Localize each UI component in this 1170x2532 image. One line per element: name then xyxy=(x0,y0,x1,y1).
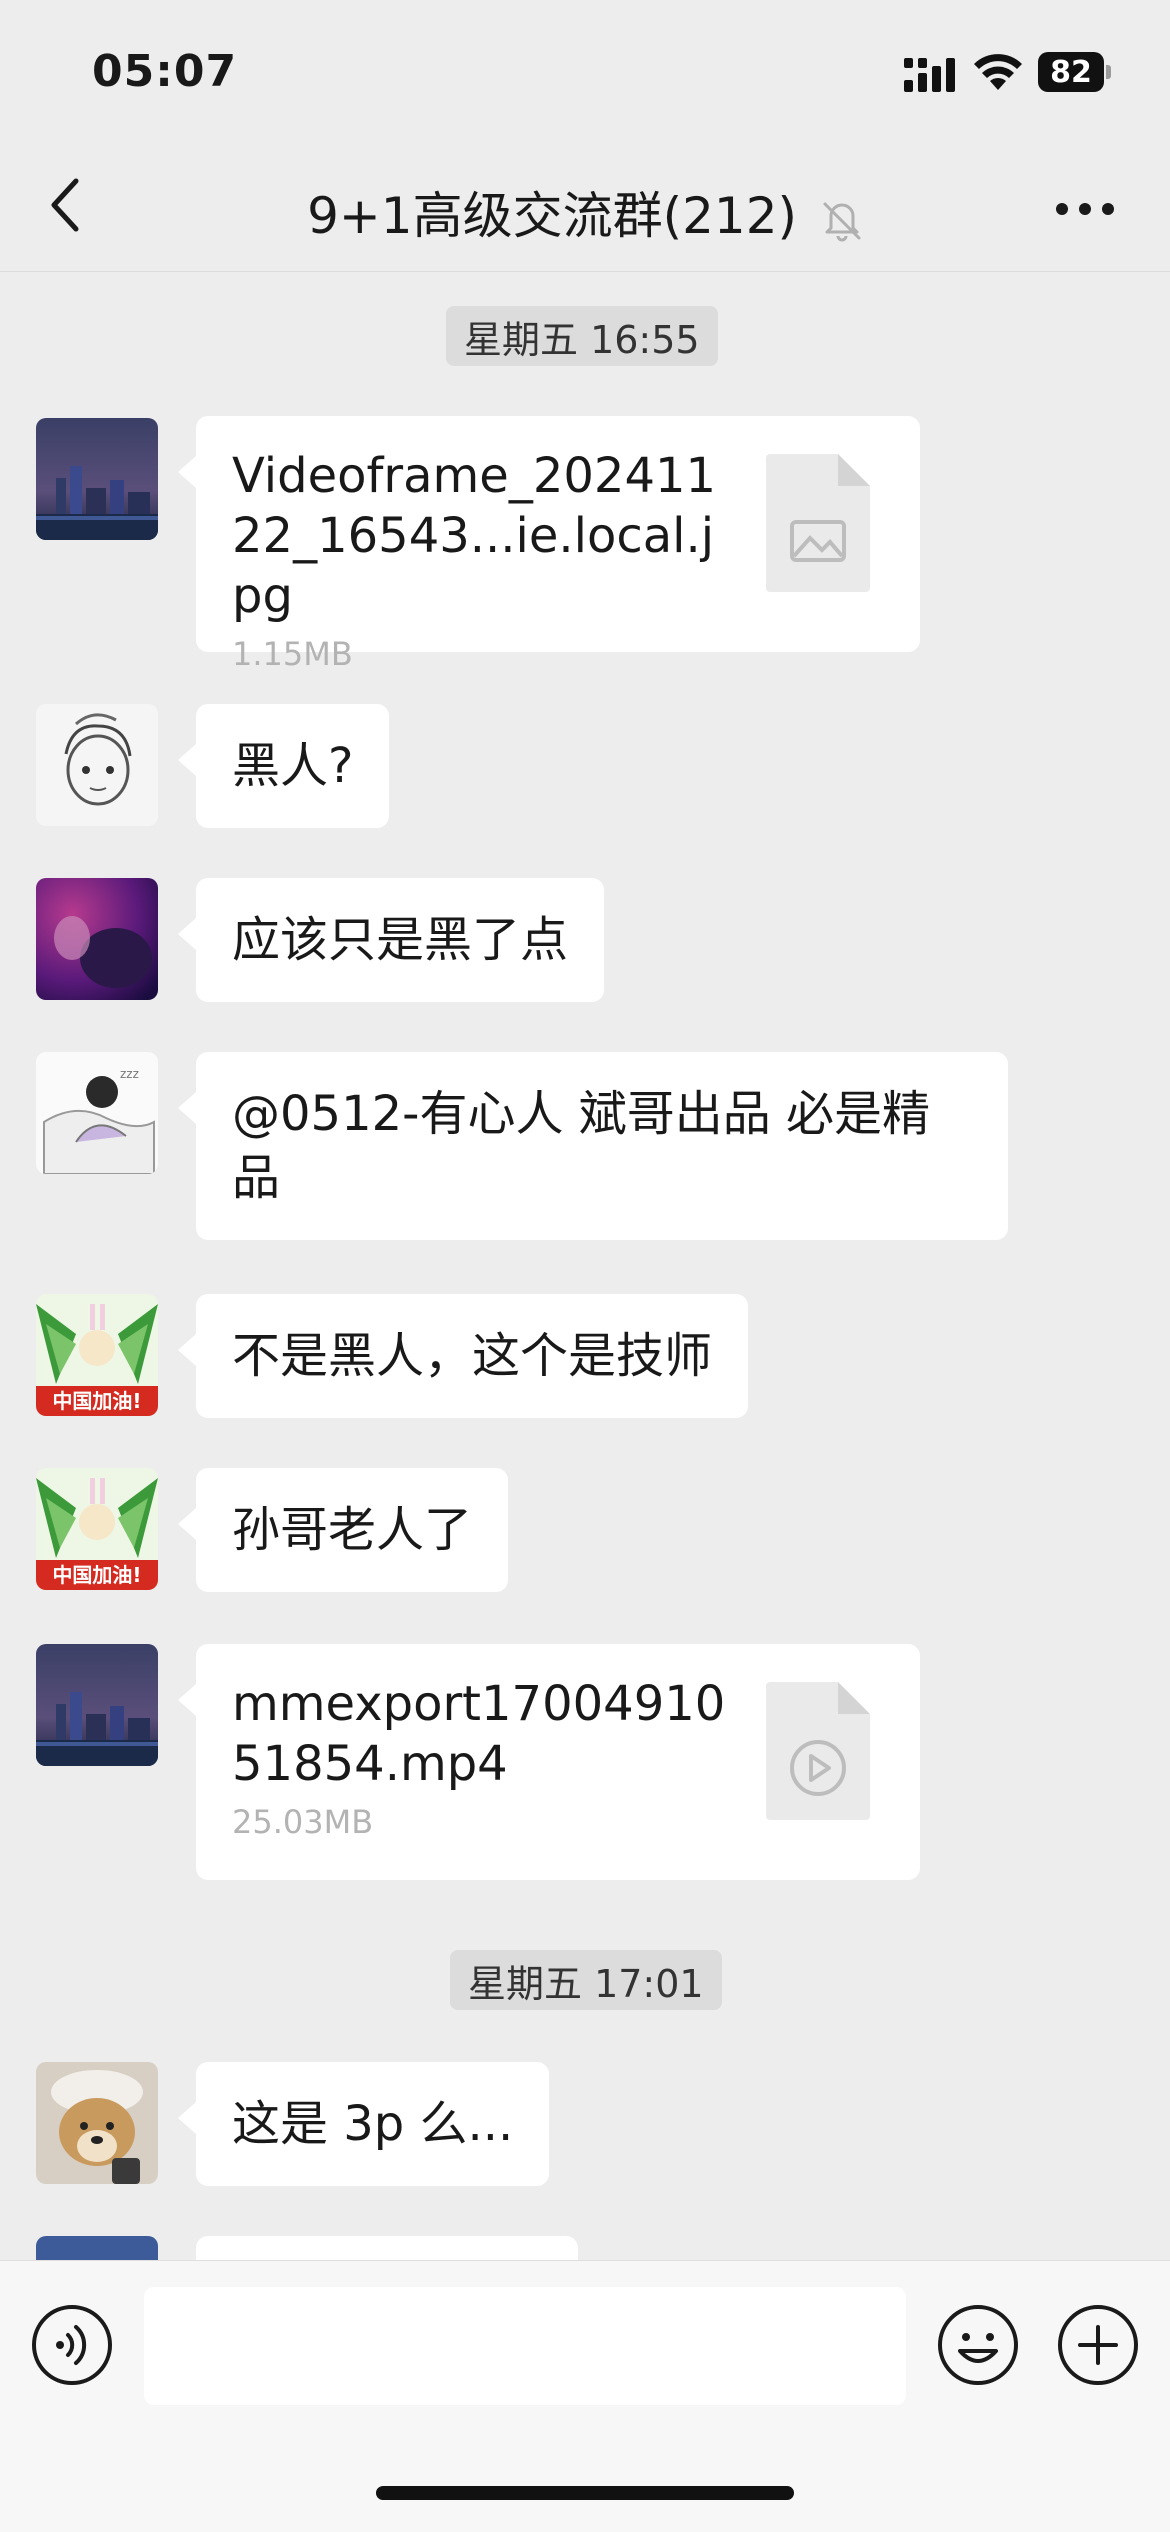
home-indicator xyxy=(376,2486,794,2500)
bell-muted-icon xyxy=(823,202,861,241)
wifi-icon xyxy=(974,54,1022,90)
emoji-icon xyxy=(938,2305,1018,2385)
avatar[interactable] xyxy=(36,2062,158,2184)
avatar[interactable] xyxy=(36,704,158,826)
top-bar: 05:07 82 9+1高级交流群(212) xyxy=(0,0,1170,272)
timestamp-label: 星期五 17:01 xyxy=(450,1950,722,2010)
more-dots-icon xyxy=(1056,203,1114,215)
battery-indicator: 82 xyxy=(1038,52,1112,92)
file-name: mmexport1700491051854.mp4 xyxy=(232,1676,726,1792)
timestamp-label: 星期五 16:55 xyxy=(446,306,718,366)
text-message[interactable]: 应该只是黑了点 xyxy=(177,878,605,1002)
emoji-button[interactable] xyxy=(936,2303,1020,2387)
avatar[interactable] xyxy=(36,418,158,540)
file-size: 1.15MB xyxy=(232,635,353,673)
voice-button[interactable] xyxy=(30,2303,114,2387)
message-input[interactable] xyxy=(144,2287,906,2405)
avatar[interactable]: zzz xyxy=(36,1052,158,1174)
status-time: 05:07 xyxy=(92,46,238,97)
more-options-button[interactable] xyxy=(1050,184,1120,234)
group-name: 9+1高级交流群(212) xyxy=(307,187,798,245)
avatar[interactable]: 中国加油! xyxy=(36,1294,158,1416)
text-message[interactable]: 不是黑人，这个是技师 xyxy=(177,1294,749,1418)
text-message[interactable]: 黑人? xyxy=(177,704,390,828)
file-name: Videoframe_20241122_16543...ie.local.jpg xyxy=(232,448,717,624)
video-file-icon xyxy=(766,1682,870,1820)
text-message[interactable]: @0512-有心人 斌哥出品 必是精品 xyxy=(178,1052,1008,1240)
chat-message-list[interactable]: 星期五 16:55 Videoframe_20241122_16543...ie… xyxy=(0,272,1170,2260)
plus-icon xyxy=(1058,2305,1138,2385)
file-message[interactable]: Videoframe_20241122_16543...ie.local.jpg… xyxy=(178,416,920,673)
text-message[interactable]: 这是 3p 么... xyxy=(177,2062,550,2186)
chat-title: 9+1高级交流群(212) xyxy=(0,176,1170,248)
battery-level: 82 xyxy=(1038,52,1104,92)
voice-icon xyxy=(32,2305,112,2385)
svg-text:zzz: zzz xyxy=(120,1067,139,1081)
svg-text:中国加油!: 中国加油! xyxy=(52,1389,141,1413)
partial-message[interactable] xyxy=(196,2236,578,2260)
avatar[interactable]: 中国加油! xyxy=(36,1468,158,1590)
avatar[interactable] xyxy=(36,1644,158,1766)
image-file-icon xyxy=(766,454,870,592)
text-message[interactable]: 孙哥老人了 xyxy=(177,1468,509,1592)
avatar[interactable] xyxy=(36,2236,158,2260)
svg-text:中国加油!: 中国加油! xyxy=(52,1563,141,1587)
file-message[interactable]: mmexport1700491051854.mp4 25.03MB xyxy=(178,1644,920,1880)
more-actions-button[interactable] xyxy=(1056,2303,1140,2387)
cellular-signal-icon xyxy=(904,58,955,92)
avatar[interactable] xyxy=(36,878,158,1000)
